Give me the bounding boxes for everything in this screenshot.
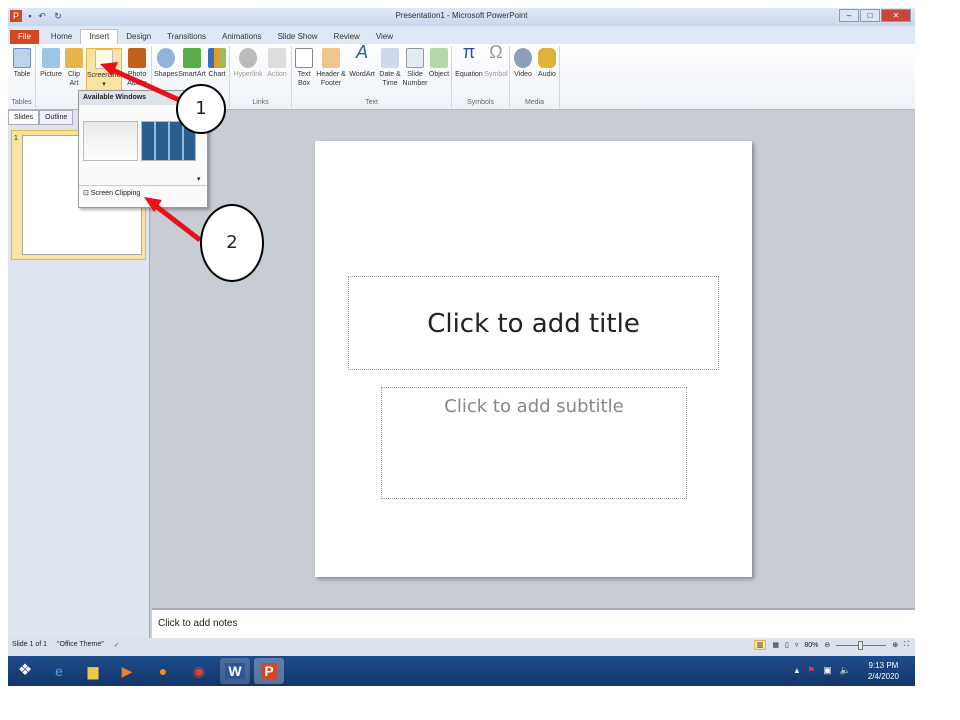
- annotation-arrows: [100, 62, 202, 242]
- arrow-1: [106, 65, 188, 106]
- callout-1: 1: [176, 84, 226, 134]
- arrow-2: [150, 201, 202, 242]
- callout-2: 2: [200, 204, 264, 282]
